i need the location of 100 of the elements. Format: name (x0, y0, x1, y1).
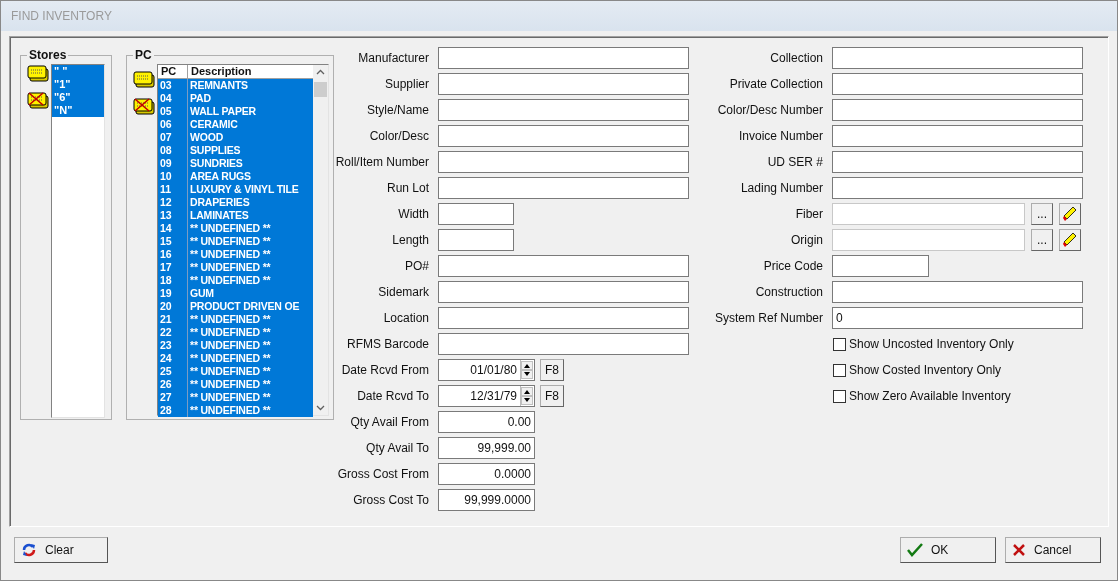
input-field[interactable] (832, 151, 1083, 173)
input-field[interactable] (438, 151, 689, 173)
store-item[interactable]: "1" (52, 78, 104, 91)
table-row[interactable]: 17 ** UNDEFINED ** (158, 261, 313, 274)
input-field[interactable] (832, 177, 1083, 199)
table-cell-text: ** UNDEFINED ** (189, 248, 272, 261)
table-row[interactable]: 10 AREA RUGS (158, 170, 313, 183)
input-field[interactable] (438, 307, 689, 329)
table-cell-text: ** UNDEFINED ** (189, 313, 272, 326)
input-field[interactable] (438, 99, 689, 121)
field-label: Color/Desc (369, 128, 429, 145)
field-label: System Ref Number (714, 310, 823, 327)
input-field[interactable] (832, 203, 1025, 225)
table-row[interactable]: 21 ** UNDEFINED ** (158, 313, 313, 326)
table-cell-text: ** UNDEFINED ** (189, 326, 272, 339)
table-cell-text: ** UNDEFINED ** (189, 261, 272, 274)
input-field[interactable]: 0 (832, 307, 1083, 329)
checkbox[interactable] (833, 337, 846, 351)
calendar-button[interactable]: F8 (540, 359, 564, 381)
input-field[interactable] (438, 229, 514, 251)
table-row[interactable]: 13 LAMINATES (158, 209, 313, 222)
group-title: Stores (28, 47, 68, 64)
table-row[interactable]: 09 SUNDRIES (158, 157, 313, 170)
table-cell-text: ** UNDEFINED ** (189, 274, 272, 287)
column-header[interactable]: Description (188, 65, 313, 78)
table-row[interactable]: 12 DRAPERIES (158, 196, 313, 209)
input-field[interactable]: 99,999.0000 (438, 489, 535, 511)
input-field[interactable] (832, 99, 1083, 121)
cancel-button[interactable]: Cancel (1005, 537, 1101, 563)
ok-button[interactable]: OK (900, 537, 996, 563)
input-field[interactable]: 99,999.00 (438, 437, 535, 459)
store-item[interactable]: "6" (52, 91, 104, 104)
table-row[interactable]: 18 ** UNDEFINED ** (158, 274, 313, 287)
input-field[interactable]: 0.00 (438, 411, 535, 433)
input-field[interactable] (438, 73, 689, 95)
field-label: RFMS Barcode (346, 336, 429, 353)
refresh-icon (21, 542, 37, 558)
card-stack-cross-icon[interactable] (27, 92, 49, 109)
table-row[interactable]: 03 REMNANTS (158, 79, 313, 92)
table-row[interactable]: 22 ** UNDEFINED ** (158, 326, 313, 339)
input-field[interactable] (832, 73, 1083, 95)
input-field[interactable] (438, 177, 689, 199)
input-field[interactable]: 0.0000 (438, 463, 535, 485)
clear-button[interactable]: Clear (14, 537, 108, 563)
table-row[interactable]: 14 ** UNDEFINED ** (158, 222, 313, 235)
table-row[interactable]: 28 ** UNDEFINED ** (158, 404, 313, 417)
table-row[interactable]: 24 ** UNDEFINED ** (158, 352, 313, 365)
field-label: Price Code (763, 258, 823, 275)
browse-button[interactable]: ... (1031, 229, 1053, 251)
checkbox[interactable] (833, 363, 846, 377)
table-row[interactable]: 11 LUXURY & VINYL TILE (158, 183, 313, 196)
table-row[interactable]: 19 GUM (158, 287, 313, 300)
field-label: Gross Cost To (353, 492, 429, 509)
calendar-button[interactable]: F8 (540, 385, 564, 407)
table-row[interactable]: 20 PRODUCT DRIVEN OE (158, 300, 313, 313)
checkbox-label: Show Uncosted Inventory Only (849, 336, 1014, 353)
input-field[interactable] (438, 125, 689, 147)
table-row[interactable]: 15 ** UNDEFINED ** (158, 235, 313, 248)
table-row[interactable]: 16 ** UNDEFINED ** (158, 248, 313, 261)
column-header[interactable]: PC (158, 65, 188, 78)
checkbox-label: Show Zero Available Inventory (849, 388, 1011, 405)
table-row[interactable]: 25 ** UNDEFINED ** (158, 365, 313, 378)
table-row[interactable]: 23 ** UNDEFINED ** (158, 339, 313, 352)
input-field[interactable] (438, 203, 514, 225)
input-field[interactable] (438, 281, 689, 303)
table-row[interactable]: 07 WOOD (158, 131, 313, 144)
input-field[interactable] (832, 281, 1083, 303)
field-label: Run Lot (386, 180, 429, 197)
input-field[interactable] (832, 125, 1083, 147)
field-label: Qty Avail To (366, 440, 429, 457)
checkbox[interactable] (833, 389, 846, 403)
spinner-icon[interactable] (520, 385, 535, 407)
input-field[interactable] (438, 333, 689, 355)
store-item[interactable]: " " (52, 65, 104, 78)
input-field[interactable] (832, 47, 1083, 69)
table-row[interactable]: 04 PAD (158, 92, 313, 105)
spinner-icon[interactable] (520, 359, 535, 381)
card-stack-icon[interactable] (27, 65, 49, 82)
input-field[interactable] (438, 255, 689, 277)
field-label: Width (398, 206, 429, 223)
input-field[interactable] (438, 47, 689, 69)
field-label: Style/Name (366, 102, 429, 119)
check-icon (907, 543, 923, 557)
browse-button[interactable]: ... (1031, 203, 1053, 225)
card-stack-cross-icon[interactable] (133, 98, 155, 115)
clear-field-button[interactable] (1059, 203, 1081, 225)
field-label: Collection (770, 50, 823, 67)
table-row[interactable]: 26 ** UNDEFINED ** (158, 378, 313, 391)
field-label: UD SER # (767, 154, 823, 171)
table-row[interactable]: 08 SUPPLIES (158, 144, 313, 157)
scrollbar[interactable] (313, 65, 328, 415)
table-cell-text: REMNANTS (189, 79, 249, 92)
table-row[interactable]: 06 CERAMIC (158, 118, 313, 131)
input-field[interactable] (832, 255, 929, 277)
input-field[interactable] (832, 229, 1025, 251)
card-stack-icon[interactable] (133, 71, 155, 88)
table-row[interactable]: 05 WALL PAPER (158, 105, 313, 118)
table-row[interactable]: 27 ** UNDEFINED ** (158, 391, 313, 404)
clear-field-button[interactable] (1059, 229, 1081, 251)
store-item[interactable]: "N" (52, 104, 104, 117)
